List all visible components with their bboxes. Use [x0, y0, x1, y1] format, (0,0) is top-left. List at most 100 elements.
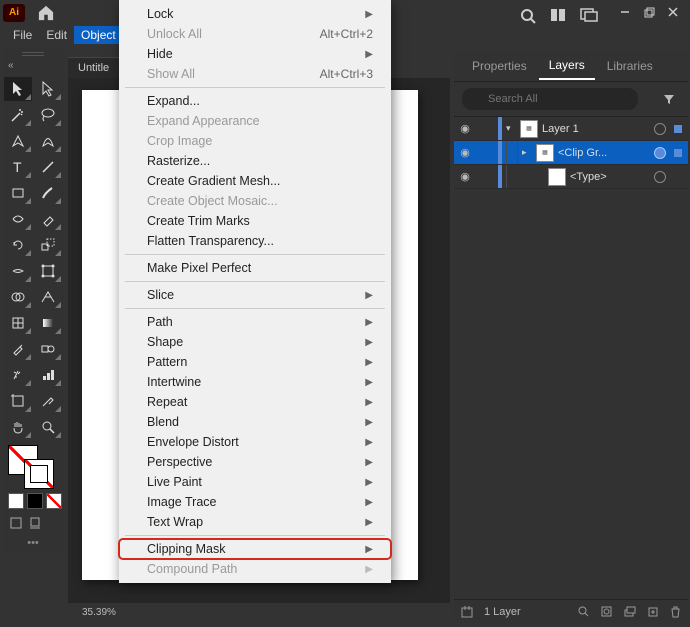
brush-tool[interactable]: [34, 181, 62, 205]
pen-tool[interactable]: [4, 129, 32, 153]
selection-tool[interactable]: [4, 77, 32, 101]
selection-indicator: [674, 149, 682, 157]
rotate-tool[interactable]: [4, 233, 32, 257]
shape-builder-tool[interactable]: [4, 285, 32, 309]
edit-toolbar-icon[interactable]: •••: [4, 537, 62, 549]
tab-properties[interactable]: Properties: [462, 53, 537, 79]
magic-wand-tool[interactable]: [4, 103, 32, 127]
color-mode[interactable]: [8, 493, 24, 509]
visibility-icon[interactable]: ◉: [454, 122, 476, 135]
tab-libraries[interactable]: Libraries: [597, 53, 663, 79]
menu-item-trim-marks[interactable]: Create Trim Marks: [119, 211, 391, 231]
layers-search-input[interactable]: [462, 88, 638, 110]
type-tool[interactable]: T: [4, 155, 32, 179]
gradient-mode[interactable]: [27, 493, 43, 509]
graph-tool[interactable]: [34, 363, 62, 387]
menu-item-live-paint[interactable]: Live Paint▶: [119, 472, 391, 492]
screen-mode-icon[interactable]: [27, 515, 43, 531]
menu-item-flatten[interactable]: Flatten Transparency...: [119, 231, 391, 251]
locate-icon[interactable]: [577, 605, 590, 618]
mesh-tool[interactable]: [4, 311, 32, 335]
tab-layers[interactable]: Layers: [539, 52, 595, 80]
menu-separator: [125, 281, 385, 282]
scale-tool[interactable]: [34, 233, 62, 257]
visibility-icon[interactable]: ◉: [454, 146, 476, 159]
menu-item-text-wrap[interactable]: Text Wrap▶: [119, 512, 391, 532]
draw-mode-icon[interactable]: [8, 515, 24, 531]
none-mode[interactable]: [46, 493, 62, 509]
direct-selection-tool[interactable]: [34, 77, 62, 101]
minimize-button[interactable]: [614, 2, 636, 22]
paste-remembers-icon[interactable]: [460, 605, 474, 619]
layer-row[interactable]: ◉ ▸ ▦ <Clip Gr...: [454, 141, 688, 165]
layer-name[interactable]: Layer 1: [542, 123, 650, 135]
disclosure-icon[interactable]: ▾: [506, 123, 516, 134]
menu-item-object-mosaic: Create Object Mosaic...: [119, 191, 391, 211]
layer-row[interactable]: ◉ ▾ ▦ Layer 1: [454, 117, 688, 141]
menu-item-clipping-mask[interactable]: Clipping Mask▶: [119, 539, 391, 559]
delete-layer-icon[interactable]: [669, 605, 682, 618]
blend-tool[interactable]: [34, 337, 62, 361]
disclosure-icon[interactable]: ▸: [522, 147, 532, 158]
menu-item-shape[interactable]: Shape▶: [119, 332, 391, 352]
document-tab[interactable]: Untitle: [68, 57, 121, 78]
close-button[interactable]: [662, 2, 684, 22]
symbol-sprayer-tool[interactable]: [4, 363, 32, 387]
hand-tool[interactable]: [4, 415, 32, 439]
menu-item-lock[interactable]: Lock▶: [119, 4, 391, 24]
layer-name[interactable]: <Clip Gr...: [558, 147, 650, 159]
layer-name[interactable]: <Type>: [570, 171, 650, 183]
slice-tool[interactable]: [34, 389, 62, 413]
fill-stroke-swatch[interactable]: [4, 445, 62, 489]
lasso-tool[interactable]: [34, 103, 62, 127]
artboard-tool[interactable]: [4, 389, 32, 413]
zoom-tool[interactable]: [34, 415, 62, 439]
shaper-tool[interactable]: [4, 207, 32, 231]
menu-item-expand[interactable]: Expand...: [119, 91, 391, 111]
new-sublayer-icon[interactable]: [623, 605, 636, 618]
menu-item-gradient-mesh[interactable]: Create Gradient Mesh...: [119, 171, 391, 191]
home-icon[interactable]: [37, 5, 55, 21]
stroke-swatch[interactable]: [24, 459, 54, 489]
menu-object[interactable]: Object: [74, 26, 123, 44]
indent: [506, 165, 530, 188]
arrange-icon[interactable]: [550, 8, 566, 24]
menu-item-repeat[interactable]: Repeat▶: [119, 392, 391, 412]
workspace-icon[interactable]: [580, 8, 598, 24]
menu-item-blend[interactable]: Blend▶: [119, 412, 391, 432]
perspective-tool[interactable]: [34, 285, 62, 309]
target-icon[interactable]: [654, 123, 666, 135]
menu-edit[interactable]: Edit: [39, 26, 74, 44]
search-icon[interactable]: [520, 8, 536, 24]
menu-item-compound-path[interactable]: Compound Path▶: [119, 559, 391, 579]
menu-file[interactable]: File: [6, 26, 39, 44]
visibility-icon[interactable]: ◉: [454, 170, 476, 183]
restore-button[interactable]: [638, 2, 660, 22]
menu-item-pixel-perfect[interactable]: Make Pixel Perfect: [119, 258, 391, 278]
mask-icon[interactable]: [600, 605, 613, 618]
eraser-tool[interactable]: [34, 207, 62, 231]
rectangle-tool[interactable]: [4, 181, 32, 205]
menu-item-envelope[interactable]: Envelope Distort▶: [119, 432, 391, 452]
target-icon[interactable]: [654, 147, 666, 159]
gradient-tool[interactable]: [34, 311, 62, 335]
line-tool[interactable]: [34, 155, 62, 179]
layer-row[interactable]: ◉ <Type>: [454, 165, 688, 189]
menu-item-path[interactable]: Path▶: [119, 312, 391, 332]
filter-icon[interactable]: [658, 92, 680, 106]
new-layer-icon[interactable]: [646, 605, 659, 618]
menu-item-rasterize[interactable]: Rasterize...: [119, 151, 391, 171]
eyedropper-tool[interactable]: [4, 337, 32, 361]
menu-item-intertwine[interactable]: Intertwine▶: [119, 372, 391, 392]
collapse-icon[interactable]: «: [8, 60, 14, 71]
zoom-level[interactable]: 35.39%: [82, 607, 116, 618]
width-tool[interactable]: [4, 259, 32, 283]
target-icon[interactable]: [654, 171, 666, 183]
menu-item-hide[interactable]: Hide▶: [119, 44, 391, 64]
menu-item-image-trace[interactable]: Image Trace▶: [119, 492, 391, 512]
menu-item-perspective[interactable]: Perspective▶: [119, 452, 391, 472]
menu-item-pattern[interactable]: Pattern▶: [119, 352, 391, 372]
curvature-tool[interactable]: [34, 129, 62, 153]
free-transform-tool[interactable]: [34, 259, 62, 283]
menu-item-slice[interactable]: Slice▶: [119, 285, 391, 305]
